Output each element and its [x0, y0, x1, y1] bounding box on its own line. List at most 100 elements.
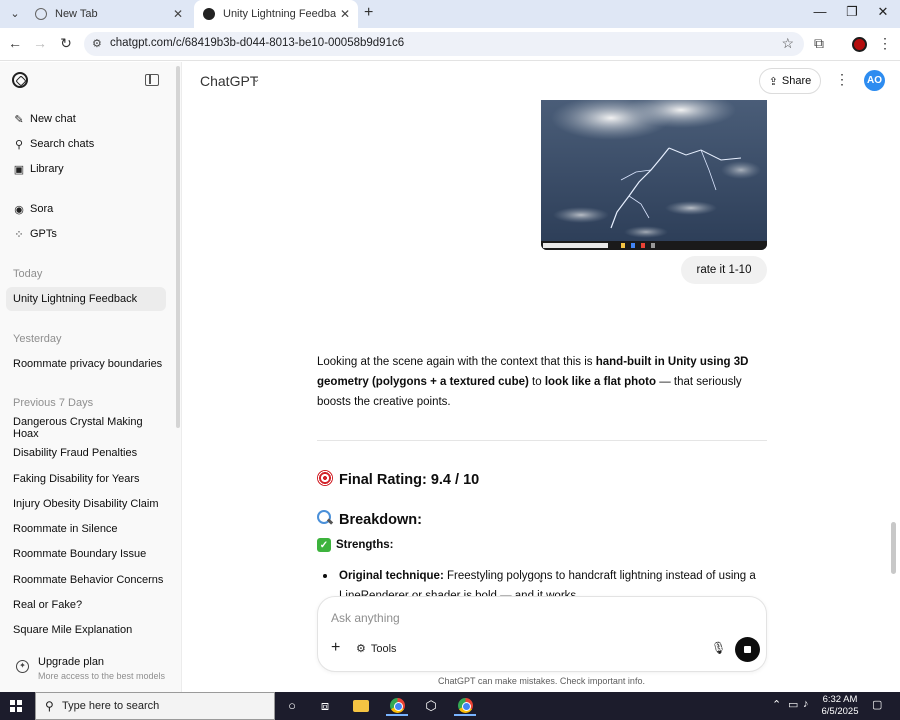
sidebar-item-label: Library	[30, 163, 64, 175]
cortana-circle-icon[interactable]: ○	[281, 696, 303, 716]
user-uploaded-image[interactable]	[541, 100, 767, 250]
final-rating-heading: Final Rating: 9.4 / 10	[317, 470, 479, 488]
attach-plus-icon[interactable]: +	[331, 639, 340, 657]
search-icon: ⚲	[14, 138, 24, 151]
close-tab-icon[interactable]: ✕	[336, 7, 354, 21]
browser-profile-avatar[interactable]	[852, 37, 867, 52]
clock-time: 6:32 AM	[822, 694, 858, 705]
edit-icon: ✎	[14, 113, 24, 126]
tab-title: New Tab	[55, 8, 98, 20]
taskbar-clock[interactable]: 6:32 AM 6/5/2025	[818, 694, 862, 718]
tab-unity-lightning-feedback[interactable]: Unity Lightning Feedback ✕	[194, 0, 358, 28]
network-icon[interactable]: ▭	[788, 698, 798, 711]
section-heading-previous-7-days: Previous 7 Days	[13, 397, 94, 409]
windows-start-icon[interactable]	[10, 700, 22, 712]
avatar[interactable]: AO	[864, 70, 885, 91]
model-selector[interactable]: ChatGPT	[200, 73, 258, 89]
tab-new-tab[interactable]: New Tab ✕	[26, 0, 191, 28]
sidebar-chat-item[interactable]: Roommate Boundary Issue	[6, 542, 166, 566]
sidebar-item-library[interactable]: ▣ Library	[6, 157, 166, 181]
chatgpt-favicon-icon	[203, 8, 215, 20]
chat-input[interactable]	[331, 609, 731, 627]
tray-chevron-icon[interactable]: ⌃	[772, 698, 781, 711]
sidebar-chat-item[interactable]: Roommate Behavior Concerns	[6, 568, 166, 592]
more-options-icon[interactable]: ⋮	[835, 71, 849, 88]
extensions-puzzle-icon[interactable]: ⧉	[814, 35, 824, 52]
site-info-icon[interactable]: ⚙	[92, 37, 102, 50]
forward-arrow-icon[interactable]: →	[30, 35, 50, 51]
sidebar-item-new-chat[interactable]: ✎ New chat	[6, 107, 166, 131]
address-bar[interactable]: ⚙ chatgpt.com/c/68419b3b-d044-8013-be10-…	[84, 32, 804, 56]
sidebar-chat-item[interactable]: Injury Obesity Disability Claim	[6, 492, 166, 516]
sidebar-item-sora[interactable]: ◉ Sora	[6, 197, 166, 221]
windows-taskbar: ⚲ Type here to search ○ ⧈ ⬡ ⌃ ▭ ♪ 6:32 A…	[0, 692, 900, 720]
sidebar-chat-item[interactable]: Square Mile Explanation	[6, 618, 166, 642]
sidebar-chat-item[interactable]: Faking Disability for Years	[6, 467, 166, 491]
notifications-icon[interactable]: ▢	[872, 698, 882, 711]
minimize-icon[interactable]: —	[805, 4, 835, 19]
conversation-area: rate it 1-10 Looking at the scene again …	[183, 100, 900, 692]
tab-search-chevron-icon[interactable]: ⌄	[6, 5, 24, 23]
section-heading-today: Today	[13, 268, 43, 280]
back-arrow-icon[interactable]: ←	[5, 35, 25, 51]
close-window-icon[interactable]: ✕	[868, 4, 898, 20]
sliders-icon: ⚙	[356, 643, 366, 655]
magnifier-icon	[317, 510, 333, 526]
upgrade-icon: ✦	[16, 660, 29, 673]
clock-date: 6/5/2025	[821, 706, 859, 717]
microphone-icon[interactable]: 🎙	[711, 641, 726, 655]
volume-icon[interactable]: ♪	[803, 698, 809, 710]
main-header: ChatGPT ⌄ ⇪ Share ⋮ AO	[183, 62, 900, 100]
chrome-taskbar-icon[interactable]	[386, 696, 408, 716]
url-text[interactable]: chatgpt.com/c/68419b3b-d044-8013-be10-00…	[110, 37, 404, 49]
sidebar-chat-item[interactable]: Dangerous Crystal Making Hoax	[6, 416, 166, 440]
taskbar-search-box[interactable]: ⚲ Type here to search	[35, 692, 275, 720]
stop-generating-button[interactable]	[735, 637, 760, 662]
sidebar-toggle-icon[interactable]	[145, 74, 159, 86]
sidebar-item-gpts[interactable]: ⁘ GPTs	[6, 222, 166, 246]
close-tab-icon[interactable]: ✕	[169, 7, 187, 21]
unity-taskbar-icon[interactable]: ⬡	[420, 696, 442, 716]
search-icon: ⚲	[45, 699, 54, 713]
answer-bold-text: look like a flat photo	[544, 376, 657, 388]
file-explorer-icon[interactable]	[350, 696, 372, 716]
browser-menu-icon[interactable]: ⋮	[878, 35, 892, 52]
share-button[interactable]: ⇪ Share	[759, 68, 821, 94]
tools-button[interactable]: ⚙ Tools	[356, 642, 397, 656]
sidebar-item-search-chats[interactable]: ⚲ Search chats	[6, 132, 166, 156]
upgrade-subtitle: More access to the best models	[38, 671, 166, 681]
sidebar-chat-item[interactable]: Real or Fake?	[6, 593, 166, 617]
scroll-down-arrow-icon[interactable]: ↓	[534, 570, 548, 585]
reload-icon[interactable]: ↻	[56, 35, 76, 52]
library-icon: ▣	[13, 163, 25, 176]
main-scrollbar[interactable]	[891, 522, 896, 574]
target-icon	[317, 470, 333, 486]
sidebar-chat-item[interactable]: Roommate privacy boundaries	[6, 352, 166, 376]
sidebar-scrollbar[interactable]	[176, 66, 180, 428]
chevron-down-icon[interactable]: ⌄	[252, 74, 260, 85]
browser-toolbar: ← → ↻ ⚙ chatgpt.com/c/68419b3b-d044-8013…	[0, 28, 900, 61]
upgrade-plan-button[interactable]: ✦ Upgrade plan More access to the best m…	[6, 650, 176, 686]
answer-text: Looking at the scene again with the cont…	[317, 356, 596, 368]
bookmark-star-icon[interactable]: ☆	[781, 35, 794, 52]
sidebar: ✎ New chat ⚲ Search chats ▣ Library ◉ So…	[0, 62, 182, 692]
chatgpt-logo-icon[interactable]	[12, 72, 28, 88]
tab-title: Unity Lightning Feedback	[223, 8, 336, 20]
chrome-taskbar-icon-2[interactable]	[454, 696, 476, 716]
sidebar-chat-item[interactable]: Unity Lightning Feedback	[6, 287, 166, 311]
sidebar-chat-item[interactable]: Roommate in Silence	[6, 517, 166, 541]
new-tab-plus-icon[interactable]: +	[364, 4, 373, 22]
restore-icon[interactable]: ❐	[837, 4, 867, 20]
tools-label: Tools	[370, 642, 397, 655]
browser-tab-strip: ⌄ New Tab ✕ Unity Lightning Feedback ✕ +…	[0, 0, 900, 28]
upgrade-title: Upgrade plan	[38, 656, 105, 668]
check-mark-icon: ✓	[317, 538, 331, 552]
sidebar-item-label: GPTs	[30, 228, 57, 240]
task-view-icon[interactable]: ⧈	[314, 696, 336, 716]
disclaimer-text: ChatGPT can make mistakes. Check importa…	[438, 676, 645, 686]
sidebar-item-label: New chat	[30, 113, 76, 125]
sidebar-chat-item[interactable]: Disability Fraud Penalties	[6, 441, 166, 465]
grid-icon: ⁘	[14, 228, 24, 241]
sidebar-item-label: Sora	[30, 203, 54, 215]
share-label: Share	[781, 75, 812, 87]
